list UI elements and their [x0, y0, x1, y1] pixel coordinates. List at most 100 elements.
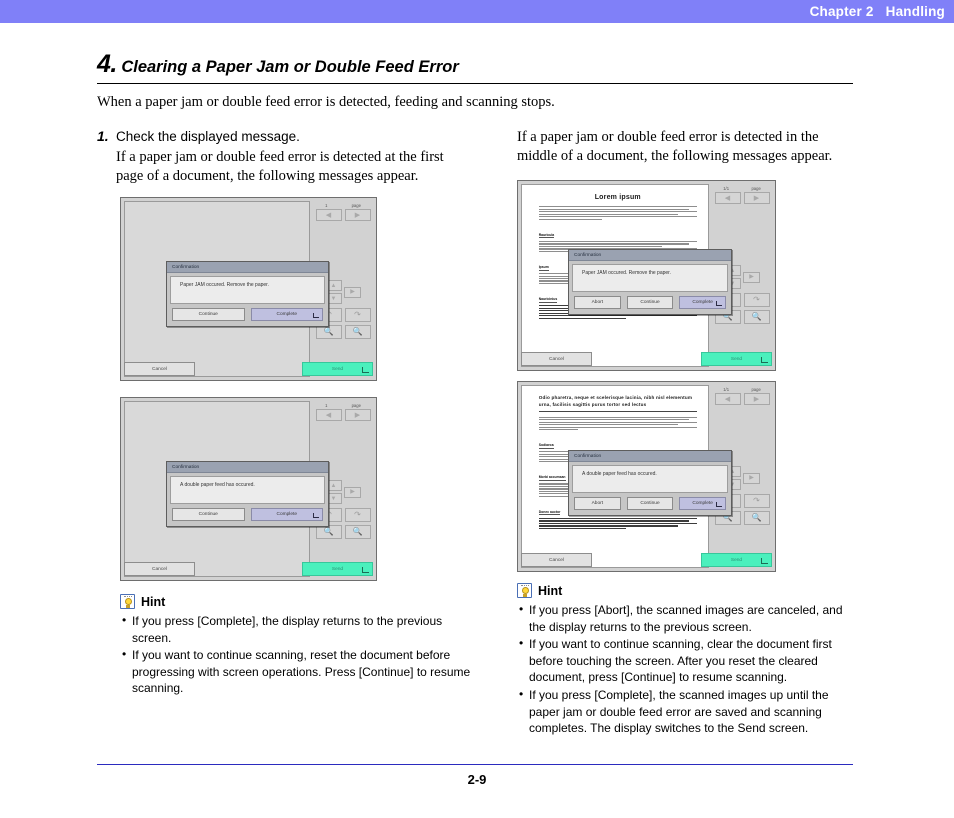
rotate-right-icon-1[interactable]: ↷: [344, 308, 371, 323]
confirmation-dialog-3: Confirmation Paper JAM occured. Remove t…: [568, 249, 732, 316]
hint-item: If you press [Complete], the scanned ima…: [517, 686, 857, 737]
page-label-3: page: [751, 186, 761, 192]
complete-button-3[interactable]: Complete: [679, 296, 727, 310]
zoom-out-icon-2[interactable]: 🔍: [315, 525, 342, 540]
scroll-right-button-4[interactable]: ▶: [743, 472, 760, 484]
hint-label-left: Hint: [141, 594, 166, 609]
hint-list-right: If you press [Abort], the scanned images…: [517, 601, 857, 737]
rotate-right-icon-4[interactable]: ↷: [743, 494, 770, 509]
abort-button-4[interactable]: Abort: [574, 497, 621, 511]
continue-button-4[interactable]: Continue: [626, 497, 674, 511]
complete-button-1[interactable]: Complete: [250, 308, 323, 322]
hint-list-left: If you press [Complete], the display ret…: [120, 612, 472, 697]
step-1: 1. Check the displayed message.: [97, 128, 477, 146]
left-column: 1. Check the displayed message. If a pap…: [97, 128, 477, 698]
prev-page-button-1[interactable]: ◀: [315, 209, 342, 222]
title-divider: [97, 83, 853, 84]
dialog-title-4: Confirmation: [569, 451, 731, 463]
send-button-4[interactable]: Send: [701, 553, 772, 568]
abort-button-3[interactable]: Abort: [574, 296, 621, 310]
dialog-title-1: Confirmation: [167, 262, 328, 274]
intro-paragraph: When a paper jam or double feed error is…: [97, 94, 555, 110]
hint-item: If you press [Complete], the display ret…: [120, 612, 472, 646]
lightbulb-icon-left: [120, 594, 135, 610]
zoom-in-icon-2[interactable]: 🔍: [344, 525, 371, 540]
prev-page-button-2[interactable]: ◀: [315, 409, 342, 422]
confirmation-dialog-1: Confirmation Paper JAM occured. Remove t…: [166, 261, 329, 328]
page-label-4: page: [751, 387, 761, 393]
step-title: Check the displayed message.: [116, 129, 300, 144]
rotate-right-icon-3[interactable]: ↷: [743, 293, 770, 308]
dialog-message-4: A double paper feed has occured.: [572, 465, 728, 494]
cancel-button-4[interactable]: Cancel: [521, 553, 592, 568]
zoom-in-icon-1[interactable]: 🔍: [344, 325, 371, 340]
scroll-right-button-1[interactable]: ▶: [344, 286, 361, 298]
zoom-in-icon-3[interactable]: 🔍: [743, 310, 770, 325]
hint-item: If you want to continue scanning, clear …: [517, 635, 857, 686]
page-indicator-1: 1: [325, 203, 328, 209]
action-bar-2: Cancel Send: [124, 561, 373, 577]
device-screenshot-3: Lorem ipsum Rauricula Ipsum Nauricinius …: [517, 180, 776, 372]
footer-divider: [97, 764, 853, 765]
complete-button-2[interactable]: Complete: [250, 508, 323, 522]
hint-item: If you press [Abort], the scanned images…: [517, 601, 857, 635]
lightbulb-icon-right: [517, 583, 532, 599]
page-title: 4. Clearing a Paper Jam or Double Feed E…: [97, 50, 853, 83]
device-screenshot-2: 1 page ◀ ▶ ▲ ▼ ▶ ↶ ↷ 🔍: [120, 397, 377, 582]
action-bar-1: Cancel Send: [124, 361, 373, 377]
preview-document-title-3: Lorem ipsum: [594, 194, 641, 202]
complete-button-4[interactable]: Complete: [679, 497, 727, 511]
right-intro-paragraph: If a paper jam or double feed error is d…: [517, 129, 833, 165]
page-indicator-3: 1/1: [723, 186, 730, 192]
right-column: If a paper jam or double feed error is d…: [517, 128, 857, 738]
page-indicator-4: 1/1: [723, 387, 730, 393]
hint-block-left: Hint If you press [Complete], the displa…: [120, 594, 472, 697]
section-title-block: 4. Clearing a Paper Jam or Double Feed E…: [97, 50, 853, 84]
continue-button-3[interactable]: Continue: [626, 296, 674, 310]
section-number: 4.: [97, 50, 117, 78]
dialog-message-1: Paper JAM occured. Remove the paper.: [170, 276, 325, 305]
dialog-message-2: A double paper feed has occured.: [170, 476, 325, 505]
dialog-title-3: Confirmation: [569, 250, 731, 262]
scroll-right-button-3[interactable]: ▶: [743, 271, 760, 283]
send-button-2[interactable]: Send: [302, 562, 373, 577]
zoom-out-icon-1[interactable]: 🔍: [315, 325, 342, 340]
continue-button-1[interactable]: Continue: [172, 308, 245, 322]
hint-block-right: Hint If you press [Abort], the scanned i…: [517, 583, 857, 736]
preview-document-title-4: Odio pharetra, neque et scelerisque laci…: [538, 395, 697, 412]
next-page-button-4[interactable]: ▶: [743, 393, 770, 406]
page-label-2: page: [351, 403, 361, 409]
page-label-1: page: [351, 203, 361, 209]
running-header-text: Chapter 2 Handling: [810, 4, 954, 19]
next-page-button-3[interactable]: ▶: [743, 192, 770, 205]
next-page-button-1[interactable]: ▶: [344, 209, 371, 222]
page-number: 2-9: [467, 772, 487, 787]
hint-label-right: Hint: [538, 583, 563, 598]
rotate-right-icon-2[interactable]: ↷: [344, 508, 371, 523]
next-page-button-2[interactable]: ▶: [344, 409, 371, 422]
action-bar-3: Cancel Send: [521, 351, 772, 367]
continue-button-2[interactable]: Continue: [172, 508, 245, 522]
cancel-button-1[interactable]: Cancel: [124, 362, 195, 377]
zoom-in-icon-4[interactable]: 🔍: [743, 511, 770, 526]
cancel-button-3[interactable]: Cancel: [521, 352, 592, 367]
dialog-message-3: Paper JAM occured. Remove the paper.: [572, 264, 728, 293]
header-section-label: Handling: [885, 4, 945, 19]
confirmation-dialog-4: Confirmation A double paper feed has occ…: [568, 450, 732, 517]
step-description: If a paper jam or double feed error is d…: [116, 148, 444, 184]
prev-page-button-4[interactable]: ◀: [714, 393, 741, 406]
send-button-3[interactable]: Send: [701, 352, 772, 367]
hint-item: If you want to continue scanning, reset …: [120, 646, 472, 697]
dialog-title-2: Confirmation: [167, 462, 328, 474]
device-screenshot-4: Odio pharetra, neque et scelerisque laci…: [517, 381, 776, 573]
confirmation-dialog-2: Confirmation A double paper feed has occ…: [166, 461, 329, 528]
device-screenshot-1: 1 page ◀ ▶ ▲ ▼ ▶ ↶ ↷ 🔍: [120, 197, 377, 382]
cancel-button-2[interactable]: Cancel: [124, 562, 195, 577]
page-indicator-2: 1: [325, 403, 328, 409]
prev-page-button-3[interactable]: ◀: [714, 192, 741, 205]
scroll-right-button-2[interactable]: ▶: [344, 486, 361, 498]
step-number: 1.: [97, 128, 109, 144]
section-name: Clearing a Paper Jam or Double Feed Erro…: [121, 58, 459, 76]
send-button-1[interactable]: Send: [302, 362, 373, 377]
running-header: Chapter 2 Handling: [0, 0, 954, 23]
